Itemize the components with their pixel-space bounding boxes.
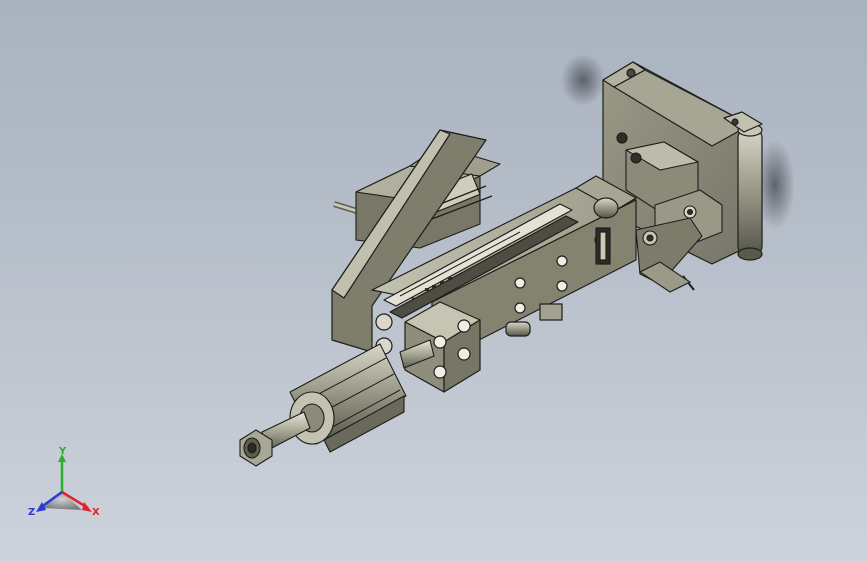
pneumatic-cylinder[interactable] <box>239 339 435 467</box>
y-axis-label: Y <box>58 446 67 457</box>
x-axis-arrow <box>82 502 92 512</box>
z-axis-label: Z <box>28 507 35 518</box>
cad-model[interactable] <box>0 0 867 562</box>
x-axis-label: X <box>92 507 100 518</box>
view-orientation-triad[interactable]: Y X Z <box>22 446 106 526</box>
graphics-viewport[interactable]: Y X Z <box>0 0 867 562</box>
